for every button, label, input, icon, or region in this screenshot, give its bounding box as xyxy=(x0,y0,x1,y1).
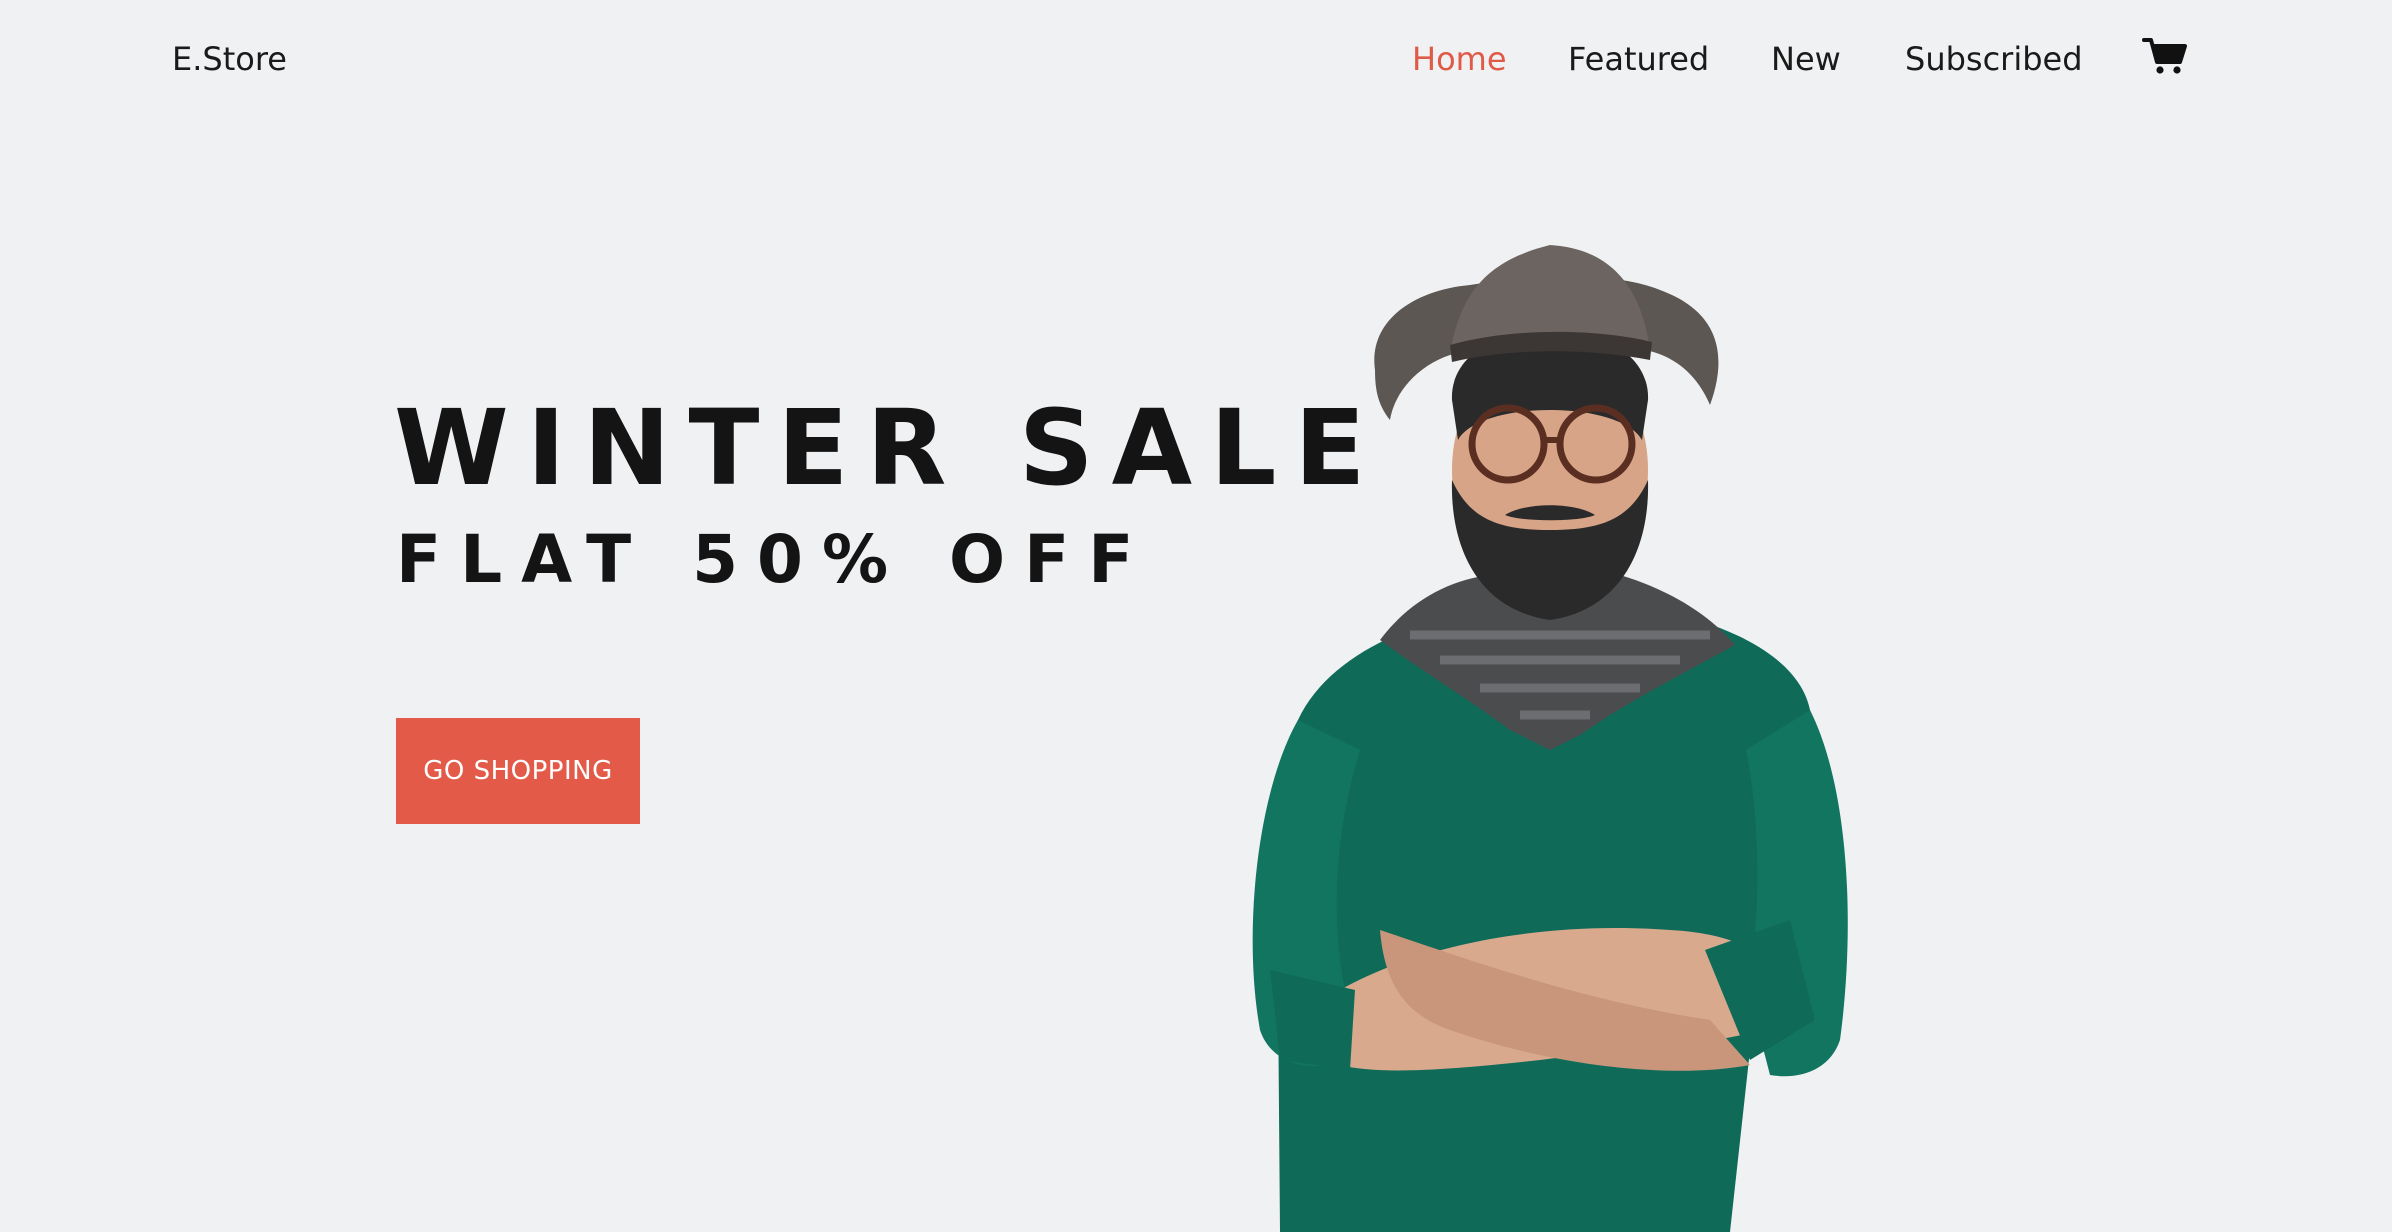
main-nav: Home Featured New Subscribed xyxy=(0,40,2392,90)
shopping-cart-icon[interactable] xyxy=(2142,36,2188,76)
go-shopping-button[interactable]: GO SHOPPING xyxy=(396,718,640,824)
nav-subscribed[interactable]: Subscribed xyxy=(1905,40,2083,78)
nav-new[interactable]: New xyxy=(1771,40,1841,78)
nav-featured[interactable]: Featured xyxy=(1568,40,1709,78)
hero-subtitle: FLAT 50% OFF xyxy=(396,521,1153,598)
hero-model-image xyxy=(1252,245,1848,1232)
landing-page: E.Store Home Featured New Subscribed WIN… xyxy=(0,0,2392,1232)
nav-home[interactable]: Home xyxy=(1412,40,1507,78)
